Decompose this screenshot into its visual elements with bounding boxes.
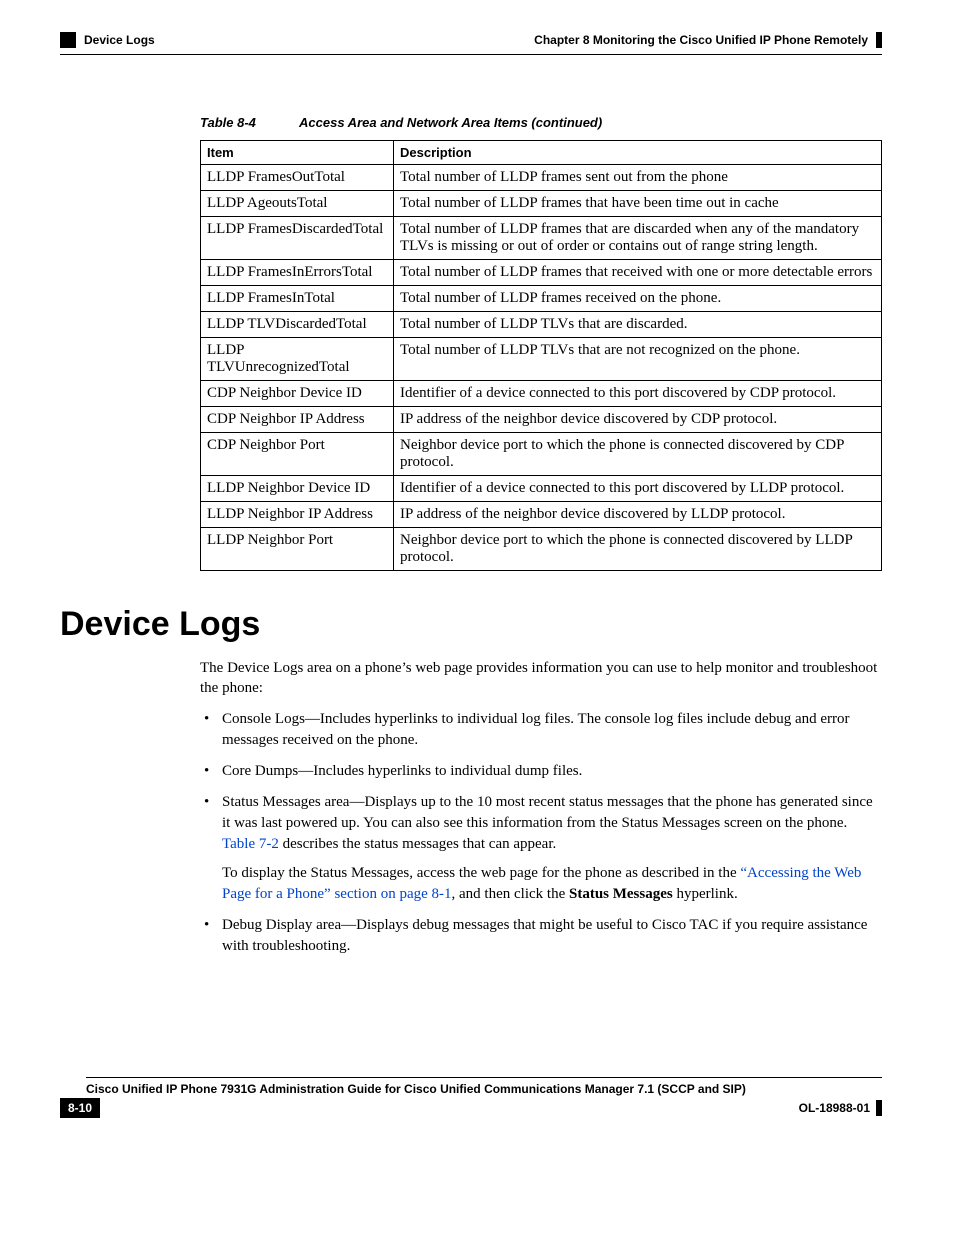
bullet-text: Console Logs—Includes hyperlinks to indi… xyxy=(222,711,850,748)
header-bar-icon xyxy=(876,32,882,48)
cell-desc: Neighbor device port to which the phone … xyxy=(394,433,882,476)
page-number-badge: 8-10 xyxy=(60,1098,100,1118)
table-row: LLDP TLVUnrecognizedTotalTotal number of… xyxy=(201,338,882,381)
cell-item: LLDP TLVUnrecognizedTotal xyxy=(201,338,394,381)
cell-desc: Total number of LLDP frames sent out fro… xyxy=(394,165,882,191)
table-row: CDP Neighbor IP AddressIP address of the… xyxy=(201,407,882,433)
bullet-text: To display the Status Messages, access t… xyxy=(222,865,740,881)
cell-item: LLDP FramesOutTotal xyxy=(201,165,394,191)
cell-desc: Identifier of a device connected to this… xyxy=(394,381,882,407)
table-row: CDP Neighbor Device IDIdentifier of a de… xyxy=(201,381,882,407)
footer-bar-icon xyxy=(876,1100,882,1116)
bullet-list: Console Logs—Includes hyperlinks to indi… xyxy=(200,709,882,957)
sub-paragraph: To display the Status Messages, access t… xyxy=(222,863,882,905)
cell-desc: IP address of the neighbor device discov… xyxy=(394,502,882,528)
cell-item: LLDP AgeoutsTotal xyxy=(201,191,394,217)
cell-desc: Neighbor device port to which the phone … xyxy=(394,528,882,571)
bullet-text: hyperlink. xyxy=(673,886,738,902)
xref-link[interactable]: Table 7-2 xyxy=(222,836,279,852)
cell-desc: Identifier of a device connected to this… xyxy=(394,476,882,502)
cell-desc: Total number of LLDP TLVs that are not r… xyxy=(394,338,882,381)
cell-desc: Total number of LLDP frames received on … xyxy=(394,286,882,312)
table-row: LLDP FramesOutTotalTotal number of LLDP … xyxy=(201,165,882,191)
cell-item: LLDP FramesDiscardedTotal xyxy=(201,217,394,260)
table-row: LLDP FramesDiscardedTotalTotal number of… xyxy=(201,217,882,260)
page-footer: Cisco Unified IP Phone 7931G Administrat… xyxy=(60,1077,882,1118)
header-chapter-label: Chapter 8 Monitoring the Cisco Unified I… xyxy=(534,33,868,47)
bullet-text: Status Messages area—Displays up to the … xyxy=(222,794,873,831)
bold-term: Status Messages xyxy=(569,886,673,902)
cell-item: LLDP Neighbor IP Address xyxy=(201,502,394,528)
bullet-text: Core Dumps—Includes hyperlinks to indivi… xyxy=(222,763,582,779)
list-item: Console Logs—Includes hyperlinks to indi… xyxy=(200,709,882,751)
bullet-text: describes the status messages that can a… xyxy=(279,836,556,852)
section-heading: Device Logs xyxy=(60,605,882,644)
cell-item: CDP Neighbor Device ID xyxy=(201,381,394,407)
cell-item: LLDP Neighbor Device ID xyxy=(201,476,394,502)
cell-desc: Total number of LLDP TLVs that are disca… xyxy=(394,312,882,338)
header-marker-icon xyxy=(60,32,76,48)
bullet-text: Debug Display area—Displays debug messag… xyxy=(222,917,867,954)
table-row: LLDP FramesInErrorsTotalTotal number of … xyxy=(201,260,882,286)
col-header-item: Item xyxy=(201,141,394,165)
cell-item: LLDP Neighbor Port xyxy=(201,528,394,571)
cell-desc: IP address of the neighbor device discov… xyxy=(394,407,882,433)
table-row: LLDP Neighbor IP AddressIP address of th… xyxy=(201,502,882,528)
footer-rule xyxy=(86,1077,882,1078)
doc-code: OL-18988-01 xyxy=(799,1101,870,1115)
cell-desc: Total number of LLDP frames that are dis… xyxy=(394,217,882,260)
header-rule xyxy=(60,54,882,55)
cell-item: LLDP FramesInTotal xyxy=(201,286,394,312)
table-row: LLDP FramesInTotalTotal number of LLDP f… xyxy=(201,286,882,312)
list-item: Core Dumps—Includes hyperlinks to indivi… xyxy=(200,761,882,782)
table-row: CDP Neighbor PortNeighbor device port to… xyxy=(201,433,882,476)
table-caption: Table 8-4 Access Area and Network Area I… xyxy=(200,115,882,130)
list-item: Status Messages area—Displays up to the … xyxy=(200,792,882,905)
table-row: LLDP Neighbor PortNeighbor device port t… xyxy=(201,528,882,571)
table-row: LLDP AgeoutsTotalTotal number of LLDP fr… xyxy=(201,191,882,217)
table-caption-number: Table 8-4 xyxy=(200,115,256,130)
table-caption-title: Access Area and Network Area Items (cont… xyxy=(299,115,602,130)
table-row: LLDP Neighbor Device IDIdentifier of a d… xyxy=(201,476,882,502)
footer-guide-title: Cisco Unified IP Phone 7931G Administrat… xyxy=(86,1082,882,1096)
bullet-text: , and then click the xyxy=(452,886,569,902)
cell-item: CDP Neighbor Port xyxy=(201,433,394,476)
cell-item: LLDP FramesInErrorsTotal xyxy=(201,260,394,286)
cell-item: CDP Neighbor IP Address xyxy=(201,407,394,433)
cell-desc: Total number of LLDP frames that have be… xyxy=(394,191,882,217)
table-row: LLDP TLVDiscardedTotalTotal number of LL… xyxy=(201,312,882,338)
section-intro: The Device Logs area on a phone’s web pa… xyxy=(200,658,882,699)
cell-desc: Total number of LLDP frames that receive… xyxy=(394,260,882,286)
items-table: Item Description LLDP FramesOutTotalTota… xyxy=(200,140,882,571)
list-item: Debug Display area—Displays debug messag… xyxy=(200,915,882,957)
cell-item: LLDP TLVDiscardedTotal xyxy=(201,312,394,338)
header-section-label: Device Logs xyxy=(84,33,155,47)
col-header-desc: Description xyxy=(394,141,882,165)
running-header: Device Logs Chapter 8 Monitoring the Cis… xyxy=(60,32,882,48)
